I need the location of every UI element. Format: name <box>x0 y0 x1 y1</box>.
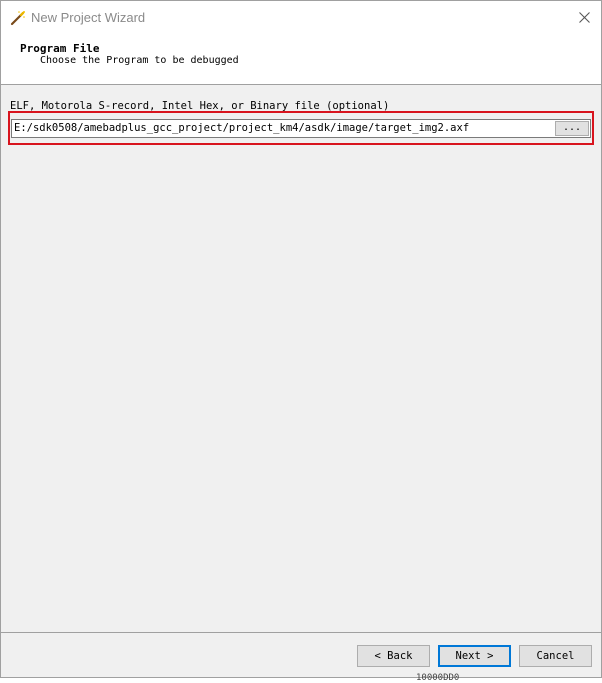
wizard-header: Program File Choose the Program to be de… <box>1 34 601 85</box>
footer-divider <box>1 632 601 633</box>
page-title: Program File <box>20 42 100 55</box>
browse-button[interactable]: ... <box>555 121 589 136</box>
close-icon <box>579 12 590 23</box>
page-subtitle: Choose the Program to be debugged <box>40 55 239 66</box>
window-title: New Project Wizard <box>31 10 146 25</box>
new-project-wizard-window: New Project Wizard Program File Choose t… <box>0 0 602 678</box>
wizard-wand-icon <box>10 10 26 26</box>
back-button[interactable]: < Back <box>357 645 430 667</box>
close-button[interactable] <box>569 1 601 34</box>
title-bar: New Project Wizard <box>1 1 601 34</box>
background-window-text: 10000DD0 <box>416 673 460 683</box>
program-file-input[interactable]: E:/sdk0508/amebadplus_gcc_project/projec… <box>11 119 591 138</box>
next-button[interactable]: Next > <box>438 645 511 667</box>
cancel-button[interactable]: Cancel <box>519 645 592 667</box>
program-file-path[interactable]: E:/sdk0508/amebadplus_gcc_project/projec… <box>14 122 469 134</box>
